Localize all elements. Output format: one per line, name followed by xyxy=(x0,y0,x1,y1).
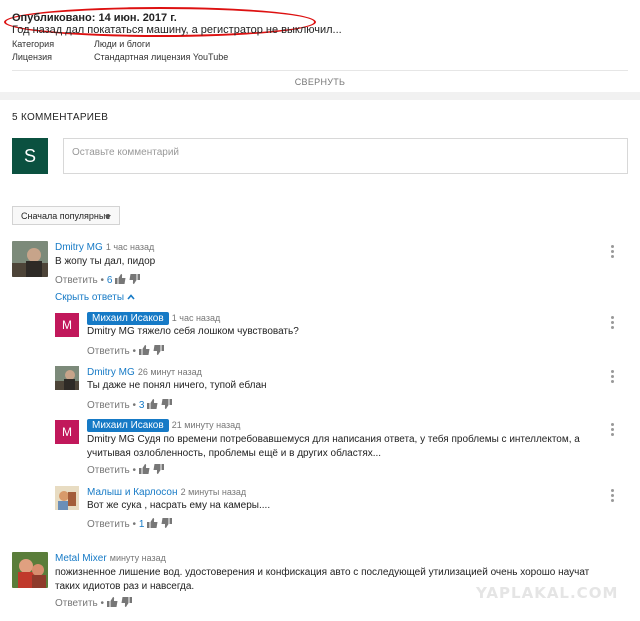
avatar[interactable]: M xyxy=(55,313,79,337)
reply-text: Dmitry MG тяжело себя лошком чувствовать… xyxy=(87,326,299,337)
comment-actions: Ответить • xyxy=(55,597,132,609)
thumbs-up-icon[interactable] xyxy=(138,345,150,355)
thumbs-down-icon[interactable] xyxy=(161,518,172,528)
reply-time[interactable]: 26 минут назад xyxy=(138,367,202,377)
thumbs-down-icon[interactable] xyxy=(121,597,132,607)
reply-actions: Ответить • xyxy=(87,345,164,357)
comment-input-placeholder: Оставьте комментарий xyxy=(72,147,180,158)
comment-author[interactable]: Metal Mixer xyxy=(55,553,107,564)
hide-replies-button[interactable]: Скрыть ответы xyxy=(55,292,135,303)
watermark: YAPLAKAL.COM xyxy=(476,584,619,602)
publish-date: Опубликовано: 14 июн. 2017 г. xyxy=(12,12,177,24)
like-count: 3 xyxy=(138,400,145,411)
reply-text: Ты даже не понял ничего, тупой еблан xyxy=(87,380,267,391)
reply-time[interactable]: 21 минуту назад xyxy=(172,420,241,430)
reply-button[interactable]: Ответить xyxy=(87,400,130,411)
thumbs-down-icon[interactable] xyxy=(129,274,140,284)
user-avatar: S xyxy=(12,138,48,174)
sort-dropdown[interactable]: Сначала популярные xyxy=(12,206,120,225)
thumbs-up-icon[interactable] xyxy=(147,518,158,528)
reply-text: Dmitry MG Судя по времени потребовавшему… xyxy=(87,434,580,459)
reply-button[interactable]: Ответить xyxy=(55,598,98,609)
more-options-icon[interactable] xyxy=(611,370,614,385)
thumbs-up-icon[interactable] xyxy=(106,597,118,607)
hide-replies-label: Скрыть ответы xyxy=(55,292,125,303)
divider xyxy=(12,70,628,71)
reply-header: Малыш и Карлосон 2 минуты назад xyxy=(87,486,246,498)
sort-label: Сначала популярные xyxy=(21,211,111,221)
dropdown-arrow-icon xyxy=(105,215,111,219)
thumbs-down-icon[interactable] xyxy=(153,464,164,474)
avatar[interactable] xyxy=(55,486,79,510)
avatar[interactable]: M xyxy=(55,420,79,444)
reply-author[interactable]: Малыш и Карлосон xyxy=(87,487,178,498)
avatar[interactable] xyxy=(12,552,48,588)
comment-time[interactable]: минуту назад xyxy=(110,553,166,563)
video-description: Опубликовано: 14 июн. 2017 г. Год назад … xyxy=(0,0,640,92)
description-text: Год назад дал покататься машину, а регис… xyxy=(12,24,342,36)
reply-button[interactable]: Ответить xyxy=(55,275,98,286)
comment-actions: Ответить • 6 xyxy=(55,274,140,286)
reply-author[interactable]: Михаил Исаков xyxy=(87,419,169,432)
more-options-icon[interactable] xyxy=(611,423,614,438)
thumbs-down-icon[interactable] xyxy=(153,345,164,355)
reply-header: Михаил Исаков 21 минуту назад xyxy=(87,419,241,432)
reply-author[interactable]: Dmitry MG xyxy=(87,367,135,378)
comment-header: Metal Mixer минуту назад xyxy=(55,552,166,564)
comment-input[interactable]: Оставьте комментарий xyxy=(63,138,628,174)
comments-section: 5 КОММЕНТАРИЕВ S Оставьте комментарий Сн… xyxy=(0,100,640,621)
more-options-icon[interactable] xyxy=(611,245,614,260)
thumbs-up-icon[interactable] xyxy=(115,274,126,284)
reply-actions: Ответить • 1 xyxy=(87,518,172,530)
collapse-button[interactable]: СВЕРНУТЬ xyxy=(0,77,640,87)
comment-count: 5 КОММЕНТАРИЕВ xyxy=(12,112,109,123)
comment-author[interactable]: Dmitry MG xyxy=(55,242,103,253)
reply-actions: Ответить • 3 xyxy=(87,399,172,411)
reply-actions: Ответить • xyxy=(87,464,164,476)
thumbs-up-icon[interactable] xyxy=(138,464,150,474)
license-label: Лицензия xyxy=(12,52,52,62)
chevron-up-icon xyxy=(127,294,135,300)
comment-text: В жопу ты дал, пидор xyxy=(55,256,156,267)
thumbs-up-icon[interactable] xyxy=(147,399,158,409)
reply-header: Михаил Исаков 1 час назад xyxy=(87,312,220,325)
like-count: 1 xyxy=(138,519,145,530)
reply-button[interactable]: Ответить xyxy=(87,465,130,476)
reply-button[interactable]: Ответить xyxy=(87,519,130,530)
comment-header: Dmitry MG 1 час назад xyxy=(55,241,154,253)
avatar[interactable] xyxy=(12,241,48,277)
comment-time[interactable]: 1 час назад xyxy=(106,242,154,252)
avatar[interactable] xyxy=(55,366,79,390)
reply-time[interactable]: 2 минуты назад xyxy=(181,487,247,497)
more-options-icon[interactable] xyxy=(611,489,614,504)
more-options-icon[interactable] xyxy=(611,316,614,331)
reply-time[interactable]: 1 час назад xyxy=(172,313,220,323)
license-value: Стандартная лицензия YouTube xyxy=(94,52,229,62)
category-value[interactable]: Люди и блоги xyxy=(94,39,150,49)
thumbs-down-icon[interactable] xyxy=(161,399,172,409)
reply-header: Dmitry MG 26 минут назад xyxy=(87,366,202,378)
category-label: Категория xyxy=(12,39,55,49)
reply-author[interactable]: Михаил Исаков xyxy=(87,312,169,325)
reply-text: Вот же сука , насрать ему на камеры.... xyxy=(87,500,271,511)
reply-button[interactable]: Ответить xyxy=(87,346,130,357)
like-count: 6 xyxy=(106,275,113,286)
